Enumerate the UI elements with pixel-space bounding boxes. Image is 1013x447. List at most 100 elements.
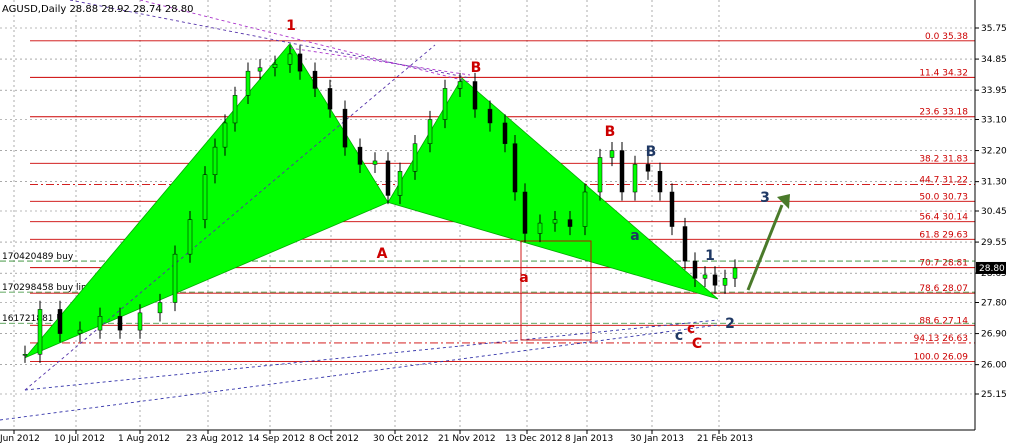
candle-body [385,160,391,196]
candle-body [77,329,83,334]
wave-label: c [675,328,683,344]
candle-body [732,267,738,279]
candle-body [552,219,558,224]
price-tick-label: 33.10 [981,116,1007,126]
candle-body [212,146,218,175]
wave-label: 1 [286,18,296,34]
time-tick-label: 8 Oct 2012 [309,434,359,444]
order-label: 170420489 buy [2,252,74,262]
candle-body [287,53,293,65]
price-tick-label: 26.90 [981,330,1007,340]
price-tick-label: 26.00 [981,361,1007,371]
wave-label: 1 [705,248,715,264]
fib-level-label: 44.7 31.22 [919,175,968,185]
candle-body [537,222,543,234]
fib-level-label: 0.0 35.38 [925,32,968,42]
time-tick-label: 13 Dec 2012 [505,434,563,444]
fib-level-label: 94.13 26.63 [914,334,968,344]
candle-body [457,81,463,89]
time-tick-label: 23 Aug 2012 [186,434,244,444]
candle-body [357,146,363,165]
current-price-label: 28.80 [979,264,1005,274]
price-tick-label: 25.15 [981,390,1007,400]
candle-body [442,88,448,120]
wave-label: B [605,124,616,140]
fib-level-label: 100.0 26.09 [914,353,969,363]
candle-body [22,354,28,356]
candle-body [222,122,228,148]
price-tick-label: 31.30 [981,178,1007,188]
candle-body [412,143,418,172]
wave-label: c [687,321,695,337]
candle-body [522,191,528,234]
price-tick-label: 29.55 [981,238,1007,248]
fib-level-label: 61.8 29.63 [919,230,968,240]
wave-label: a [630,228,639,244]
candle-body [597,157,603,193]
candle-body [722,278,728,286]
candle-body [312,70,318,89]
candle-body [37,309,43,355]
wave-label: B [646,144,657,160]
time-tick-label: 14 Sep 2012 [248,434,305,444]
candle-body [272,64,278,68]
candle-body [97,316,103,331]
wave-label: a [519,270,528,286]
candle-body [512,143,518,193]
candle-body [137,312,143,331]
candle-body [427,119,433,144]
wave-label: 3 [760,190,770,206]
candle-body [472,81,478,110]
wave-label: C [692,336,702,352]
candle-body [692,260,698,279]
price-tick-label: 30.45 [981,207,1007,217]
candle-body [567,219,573,227]
candle-body [682,226,688,262]
candle-body [645,164,651,172]
candle-body [669,191,675,227]
candle-body [297,53,303,72]
candle-body [619,150,625,193]
candle-body [157,302,163,314]
time-tick-label: 30 Jan 2013 [630,434,684,444]
candle-body [245,70,251,96]
candle-body [502,122,508,144]
candle-body [712,274,718,286]
time-tick-label: 8 Jan 2013 [565,434,613,444]
price-chart: 0.0 35.38 11.4 34.32 23.6 33.18 38.2 31.83 4… [0,0,1013,447]
wave-label: A [377,246,388,262]
candle-body [257,67,263,72]
fib-level-label: 70.7 28.81 [919,259,968,269]
candle-body [702,274,708,279]
time-tick-label: 21 Feb 2013 [697,434,753,444]
candle-body [657,171,663,193]
fib-level-label: 56.4 30.14 [919,213,968,223]
candle-body [632,164,638,193]
candle-body [172,253,178,303]
candle-body [187,219,193,255]
wave-label: 2 [725,316,735,332]
candle-body [232,95,238,124]
time-tick-label: 30 Oct 2012 [373,434,429,444]
fib-level-label: 23.6 33.18 [919,108,968,118]
price-tick-label: 32.20 [981,147,1007,157]
candle-body [372,160,378,165]
candle-body [57,309,63,334]
price-tick-label: 27.80 [981,299,1007,309]
candle-body [397,171,403,196]
candle-body [582,191,588,227]
fib-level-label: 50.0 30.73 [919,192,968,202]
candle-body [202,174,208,220]
time-tick-label: Jun 2012 [0,434,40,444]
chart-title: AGUSD,Daily 28.88 28.92 28.74 28.80 [2,4,194,15]
fib-level-label: 78.6 28.07 [919,284,968,294]
price-tick-label: 34.85 [981,55,1007,65]
candle-body [609,150,615,158]
time-tick-label: 21 Nov 2012 [438,434,496,444]
candle-body [117,316,123,331]
time-tick-label: 10 Jul 2012 [54,434,105,444]
fib-level-label: 38.2 31.83 [919,154,968,164]
fib-level-label: 11.4 34.32 [919,68,968,78]
current-price-box: 28.80 [976,261,1006,274]
candle-body [342,108,348,148]
